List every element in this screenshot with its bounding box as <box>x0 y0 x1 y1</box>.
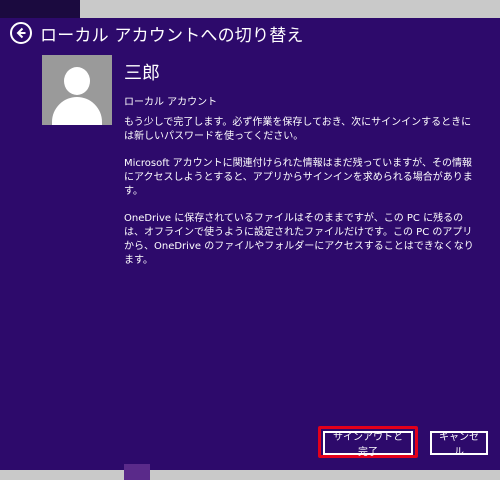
background-strip-top-light <box>80 0 500 18</box>
background-strip-top <box>0 0 500 18</box>
user-block: 三郎 ローカル アカウント <box>42 55 217 125</box>
background-strip-bottom <box>0 464 500 480</box>
back-arrow-icon <box>16 27 26 39</box>
taskbar-accent <box>124 464 150 480</box>
page-title: ローカル アカウントへの切り替え <box>40 25 304 46</box>
back-button[interactable] <box>10 22 32 44</box>
cancel-button[interactable]: キャンセル <box>430 431 488 458</box>
info-text: もう少しで完了します。必ず作業を保存しておき、次にサインインするときには新しいパ… <box>124 116 474 281</box>
button-bar: サインアウトと完了 キャンセル <box>0 426 500 458</box>
info-paragraph-1: もう少しで完了します。必ず作業を保存しておき、次にサインインするときには新しいパ… <box>124 117 472 142</box>
info-paragraph-2: Microsoft アカウントに関連付けられた情報はまだ残っていますが、その情報… <box>124 158 473 197</box>
signout-finish-button[interactable]: サインアウトと完了 <box>323 431 413 458</box>
user-silhouette-icon <box>42 55 112 125</box>
info-paragraph-3: OneDrive に保存されているファイルはそのままですが、この PC に残るの… <box>124 213 474 266</box>
header: ローカル アカウントへの切り替え <box>10 18 304 48</box>
user-name: 三郎 <box>124 63 160 84</box>
avatar-head <box>64 67 90 95</box>
avatar-body <box>52 97 102 125</box>
account-type: ローカル アカウント <box>124 97 218 108</box>
